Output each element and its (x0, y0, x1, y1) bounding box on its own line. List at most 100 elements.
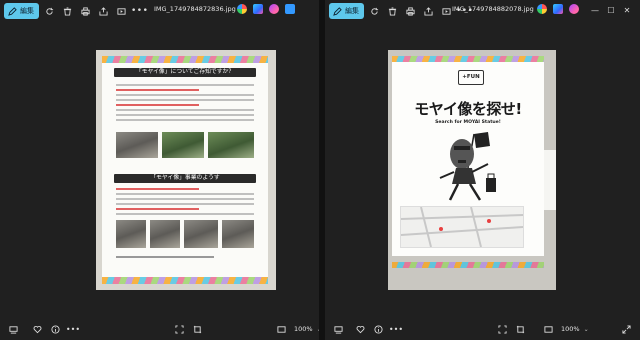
clipchamp-icon[interactable] (253, 4, 263, 14)
info-button[interactable] (48, 322, 62, 336)
filmstrip-icon (333, 325, 343, 334)
crop-button[interactable] (190, 322, 204, 336)
rotate-button[interactable] (366, 3, 382, 19)
share-button[interactable] (420, 3, 436, 19)
photo-thumbnail (116, 220, 146, 248)
edit-button[interactable]: 編集 (329, 3, 364, 19)
print-icon (405, 6, 415, 16)
minimize-button[interactable]: — (587, 2, 603, 18)
photo-viewer-window-left: 編集 ••• IMG_1749784872836.jpg 「モヤイ像」についてご… (0, 0, 319, 340)
copilot-icon[interactable] (269, 4, 279, 14)
info-button[interactable] (371, 322, 385, 336)
slideshow-icon (116, 7, 126, 15)
crop-button[interactable] (513, 322, 527, 336)
app-badges (237, 4, 295, 14)
photos-app-icon[interactable] (537, 4, 547, 14)
favorite-button[interactable] (353, 322, 367, 336)
print-icon (80, 6, 90, 16)
file-name: IMG_1749784882078.jpg (452, 5, 534, 13)
zoom-value: 100% (294, 325, 313, 333)
fullscreen-icon (543, 325, 553, 333)
trash-icon (388, 6, 396, 16)
photo-thumbnail (222, 220, 254, 248)
delete-button[interactable] (384, 3, 400, 19)
filmstrip-button[interactable] (331, 322, 345, 336)
fit-to-window-button[interactable] (495, 322, 509, 336)
map-image (400, 206, 524, 248)
poster-title: 「モヤイ像」についてご存知ですか？ (114, 68, 256, 77)
app-badges (537, 4, 579, 14)
poster-text-block (116, 188, 254, 218)
share-icon (423, 6, 433, 16)
poster-text-block (116, 84, 254, 124)
fullscreen-button[interactable] (541, 322, 555, 336)
print-button[interactable] (77, 3, 93, 19)
share-icon (98, 6, 108, 16)
photo-canvas: +FUN モヤイ像を探せ! Search for MOYAI Statue! (388, 50, 556, 290)
copilot-icon[interactable] (569, 4, 579, 14)
filmstrip-button[interactable] (6, 322, 20, 336)
photo-thumbnail (208, 132, 254, 158)
zoom-level-dropdown[interactable]: 100% ⌄ (561, 322, 589, 336)
info-icon (50, 324, 60, 334)
decorative-stripe (392, 56, 544, 62)
photo-thumbnail (150, 220, 180, 248)
photo-thumbnail (116, 132, 158, 158)
more-options-button[interactable]: ••• (389, 322, 403, 336)
photo-canvas: 「モヤイ像」についてご存知ですか？ 「モヤイ像」事業のようす (96, 50, 276, 290)
poster-image: 「モヤイ像」についてご存知ですか？ 「モヤイ像」事業のようす (102, 56, 268, 284)
favorite-button[interactable] (30, 322, 44, 336)
delete-button[interactable] (59, 3, 75, 19)
expand-icon (621, 324, 631, 334)
heart-icon (356, 325, 364, 333)
fullscreen-icon (276, 325, 286, 333)
crop-icon (193, 325, 201, 333)
fit-icon (174, 324, 184, 334)
poster-image: +FUN モヤイ像を探せ! Search for MOYAI Statue! (392, 56, 544, 256)
crop-icon (516, 325, 524, 333)
fit-icon (497, 324, 507, 334)
fullscreen-button[interactable] (274, 322, 288, 336)
onedrive-icon[interactable] (285, 4, 295, 14)
decorative-stripe (102, 277, 268, 284)
decorative-stripe (392, 262, 544, 268)
chevron-down-icon: ⌄ (583, 325, 589, 333)
photo-thumbnail (184, 220, 218, 248)
heart-icon (33, 325, 41, 333)
file-name: IMG_1749784872836.jpg (154, 5, 236, 13)
filmstrip-icon (8, 325, 18, 334)
rotate-button[interactable] (41, 3, 57, 19)
zoom-value: 100% (561, 325, 580, 333)
photos-app-icon[interactable] (237, 4, 247, 14)
print-button[interactable] (402, 3, 418, 19)
more-button[interactable]: ••• (131, 6, 148, 16)
slideshow-icon (441, 7, 451, 15)
poster-footer (116, 256, 256, 266)
maximize-button[interactable]: ☐ (603, 2, 619, 18)
edit-button[interactable]: 編集 (4, 3, 39, 19)
rotate-icon (45, 7, 53, 15)
fun-logo: +FUN (458, 70, 484, 85)
bottom-bar: ••• 100% ⌄ (0, 318, 319, 340)
rotate-icon (370, 7, 378, 15)
poster-title: モヤイ像を探せ! (414, 100, 522, 118)
bottom-bar: ••• 100% ⌄ (325, 318, 640, 340)
zoom-level-dropdown[interactable]: 100% ⌄ (294, 322, 319, 336)
share-button[interactable] (95, 3, 111, 19)
slideshow-button[interactable] (113, 3, 129, 19)
poster-section-title: 「モヤイ像」事業のようす (114, 174, 256, 183)
trash-icon (63, 6, 71, 16)
fit-to-window-button[interactable] (172, 322, 186, 336)
edit-label: 編集 (20, 7, 34, 15)
expand-button[interactable] (619, 322, 633, 336)
poster-subtitle: Search for MOYAI Statue! (435, 120, 501, 125)
clipchamp-icon[interactable] (553, 4, 563, 14)
info-icon (373, 324, 383, 334)
pencil-icon (333, 6, 342, 16)
photo-thumbnail (162, 132, 204, 158)
close-button[interactable]: ✕ (619, 2, 635, 18)
window-controls: — ☐ ✕ (587, 2, 635, 18)
more-options-button[interactable]: ••• (66, 322, 80, 336)
edit-label: 編集 (345, 7, 359, 15)
adjacent-poster-edge (544, 150, 556, 210)
